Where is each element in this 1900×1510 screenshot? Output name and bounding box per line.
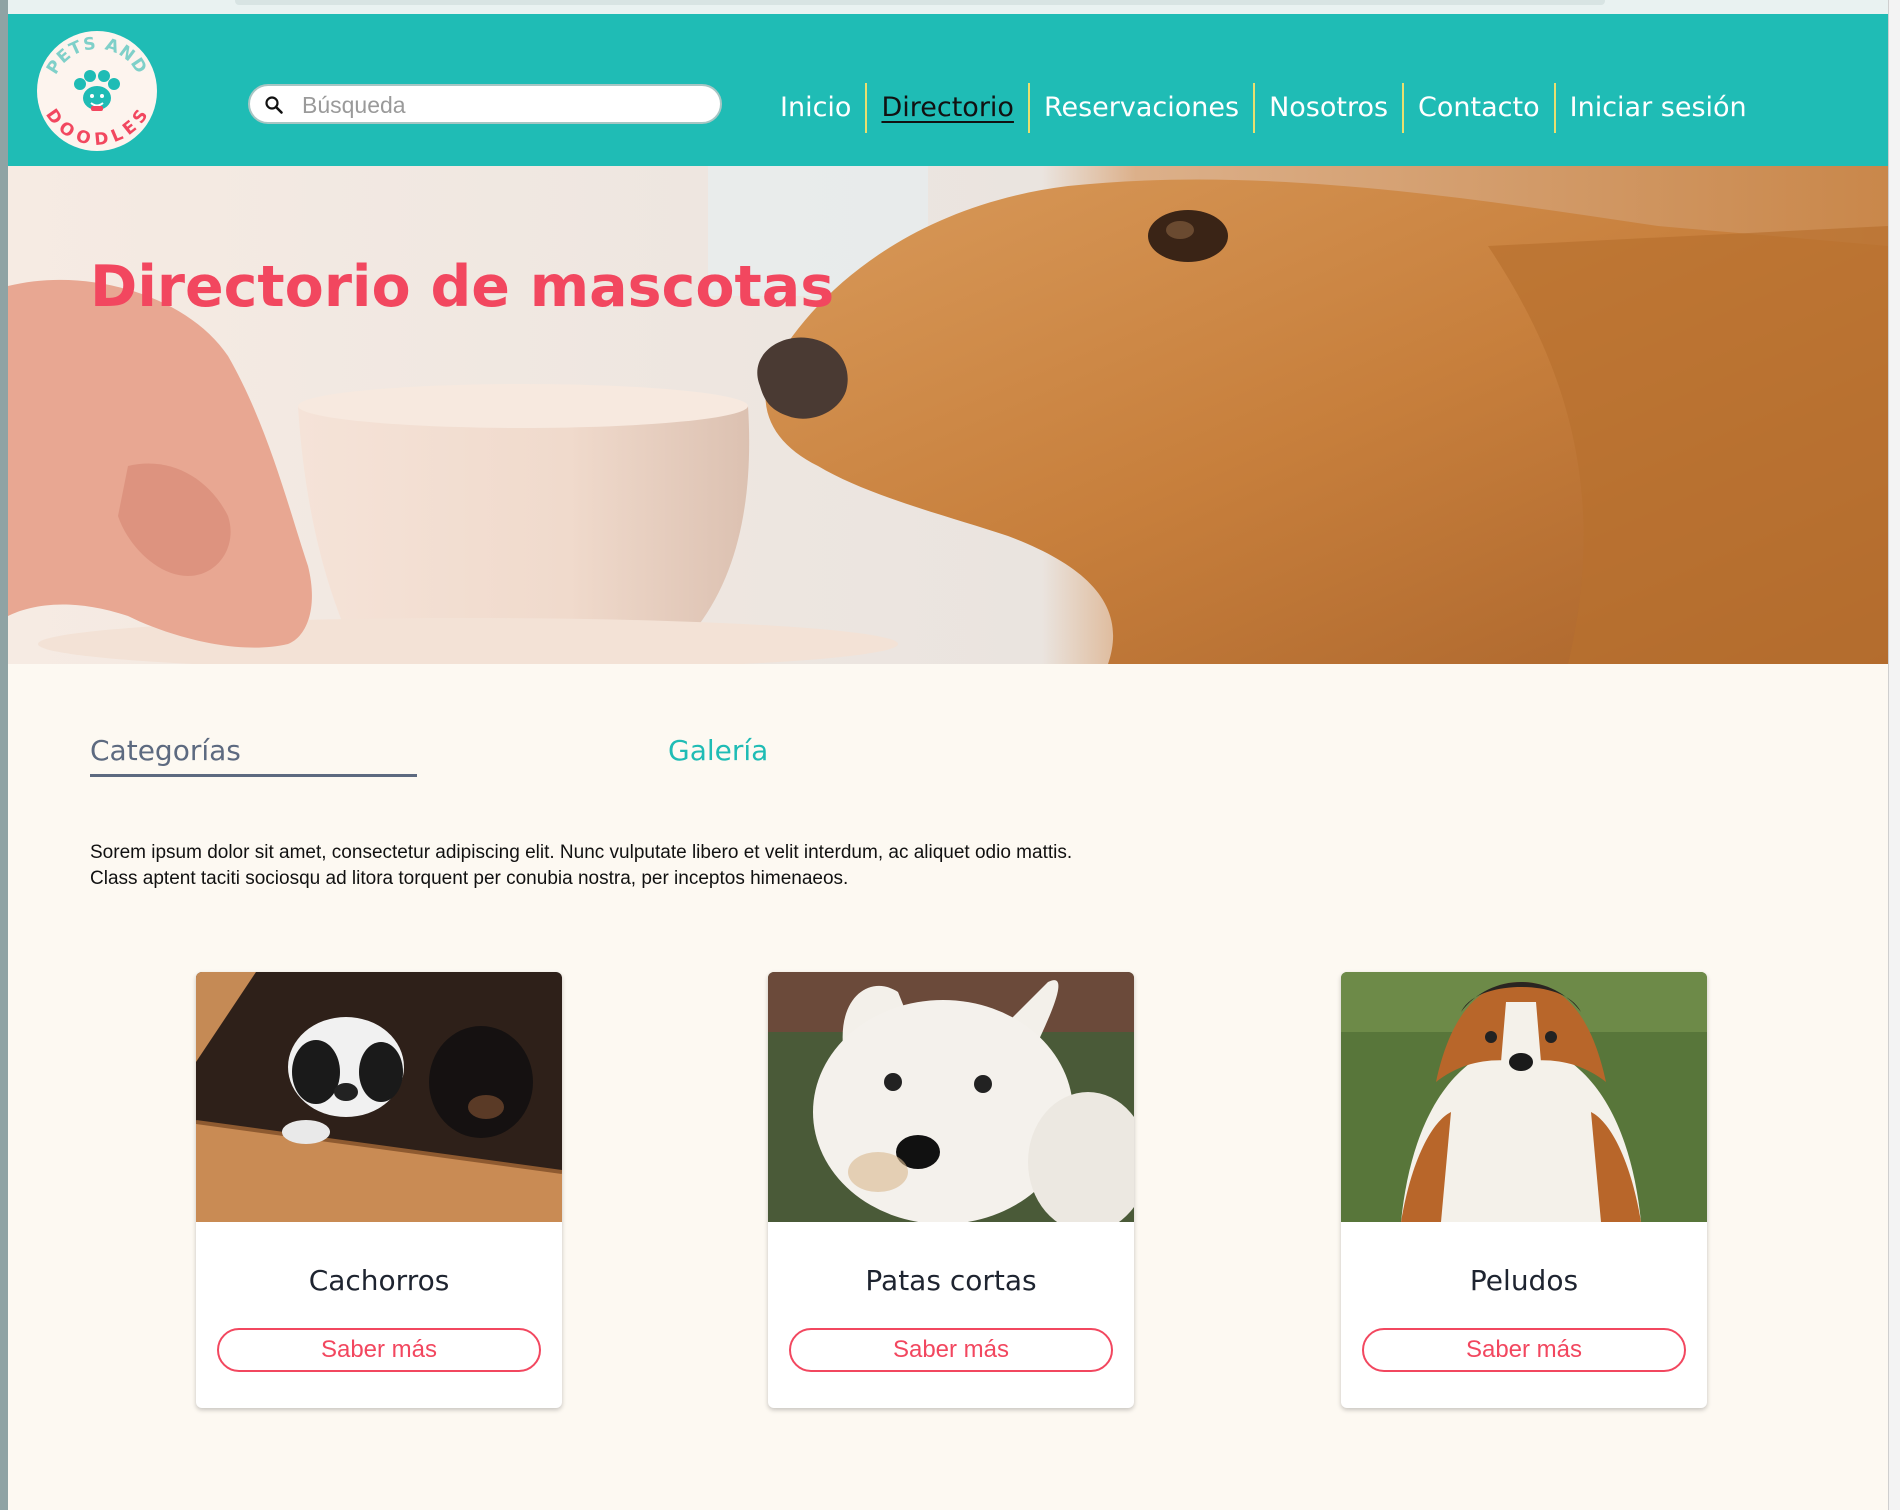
category-card-patas-cortas: Patas cortas Saber más <box>768 972 1134 1408</box>
description-line: Sorem ipsum dolor sit amet, consectetur … <box>90 842 1073 863</box>
hero-banner: Directorio de mascotas <box>8 166 1888 664</box>
card-title: Peludos <box>1469 1264 1579 1297</box>
saber-mas-button[interactable]: Saber más <box>217 1328 541 1372</box>
card-title: Patas cortas <box>865 1264 1037 1297</box>
search-input[interactable] <box>300 90 704 120</box>
page: PETS AND DOODLES Búsqueda Inicio Directo… <box>8 14 1888 1510</box>
nav-item-directorio[interactable]: Directorio <box>867 84 1027 132</box>
westie-photo <box>768 972 1134 1222</box>
browser-top-strip <box>0 0 1900 14</box>
page-title: Directorio de mascotas <box>90 254 835 320</box>
tab-galeria[interactable]: Galería <box>668 734 768 767</box>
nav-item-contacto[interactable]: Contacto <box>1404 84 1554 132</box>
nav-item-nosotros[interactable]: Nosotros <box>1255 84 1402 132</box>
nav-item-iniciar-sesion[interactable]: Iniciar sesión <box>1556 84 1761 132</box>
saber-mas-button[interactable]: Saber más <box>789 1328 1113 1372</box>
hero-dog-coffee-image <box>8 166 1888 664</box>
saber-mas-button[interactable]: Saber más <box>1362 1328 1686 1372</box>
left-window-edge <box>0 0 8 1510</box>
active-tab-underline <box>90 774 417 777</box>
description-text: Sorem ipsum dolor sit amet, consectetur … <box>90 840 1290 892</box>
category-card-peludos: Peludos Saber más <box>1341 972 1707 1408</box>
search-bar[interactable] <box>248 84 722 124</box>
sheltie-photo <box>1341 972 1707 1222</box>
main-nav: Inicio Directorio Reservaciones Nosotros… <box>766 78 1761 138</box>
search-icon <box>265 96 283 114</box>
card-title: Cachorros <box>308 1264 450 1297</box>
right-window-edge <box>1888 0 1900 1510</box>
puppies-photo <box>196 972 562 1222</box>
pets-and-doodles-logo[interactable]: PETS AND DOODLES <box>28 26 166 156</box>
description-line: Class aptent taciti sociosqu ad litora t… <box>90 868 849 889</box>
category-card-cachorros: Cachorros Saber más <box>196 972 562 1408</box>
tab-categorias[interactable]: Categorías <box>90 734 241 767</box>
site-header: PETS AND DOODLES Búsqueda Inicio Directo… <box>8 14 1888 166</box>
browser-address-bar <box>235 0 1605 5</box>
nav-item-inicio[interactable]: Inicio <box>766 84 865 132</box>
nav-item-reservaciones[interactable]: Reservaciones <box>1030 84 1253 132</box>
